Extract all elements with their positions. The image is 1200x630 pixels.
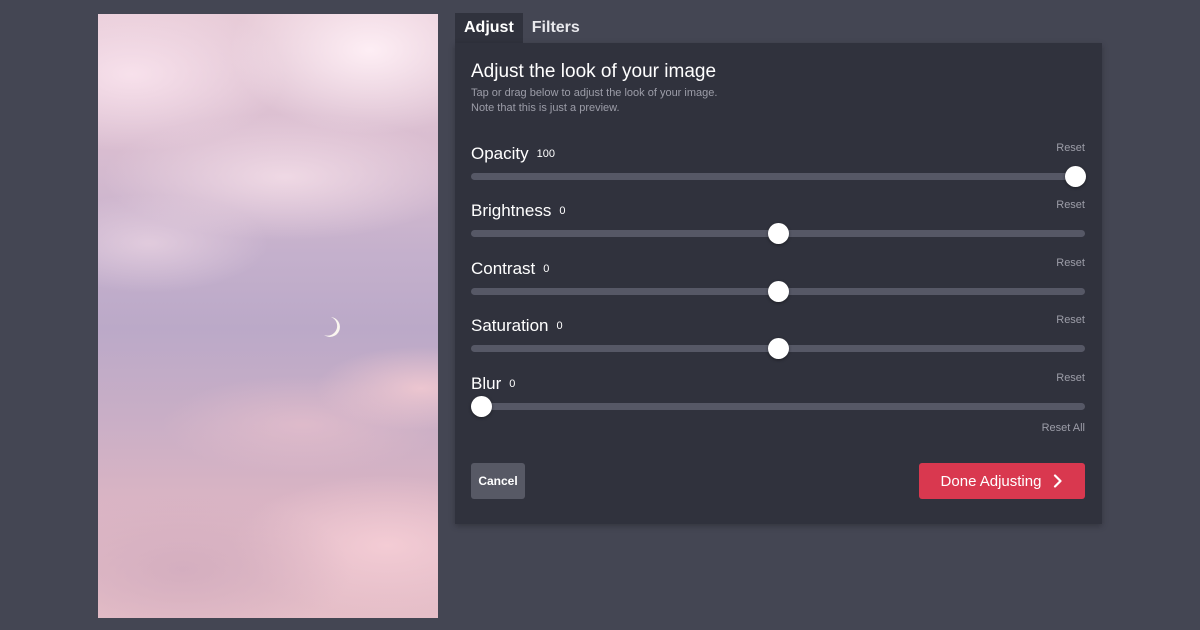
saturation-value: 0 bbox=[556, 320, 563, 332]
blur-label: Blur 0 bbox=[471, 374, 515, 394]
done-adjusting-button[interactable]: Done Adjusting bbox=[919, 463, 1085, 499]
blur-reset-button[interactable]: Reset bbox=[1056, 372, 1085, 384]
saturation-slider[interactable] bbox=[471, 338, 1085, 359]
opacity-label-text: Opacity bbox=[471, 144, 529, 163]
brightness-label: Brightness 0 bbox=[471, 201, 565, 221]
panel-description-line: Note that this is just a preview. bbox=[471, 102, 620, 114]
blur-control: Blur 0 Reset bbox=[471, 372, 1085, 417]
blur-value: 0 bbox=[509, 378, 516, 390]
opacity-reset-button[interactable]: Reset bbox=[1056, 142, 1085, 154]
contrast-label-text: Contrast bbox=[471, 259, 536, 278]
blur-slider-thumb[interactable] bbox=[471, 396, 492, 417]
brightness-value: 0 bbox=[559, 205, 566, 217]
panel-description: Tap or drag below to adjust the look of … bbox=[471, 86, 717, 116]
adjust-panel: Adjust the look of your image Tap or dra… bbox=[455, 43, 1102, 524]
saturation-label-text: Saturation bbox=[471, 316, 549, 335]
tab-filters[interactable]: Filters bbox=[523, 13, 589, 43]
reset-all-button[interactable]: Reset All bbox=[1042, 422, 1085, 434]
crescent-moon-icon bbox=[324, 317, 340, 337]
contrast-label: Contrast 0 bbox=[471, 259, 549, 279]
contrast-slider-thumb[interactable] bbox=[768, 281, 789, 302]
contrast-value: 0 bbox=[543, 263, 550, 275]
opacity-label: Opacity 100 bbox=[471, 144, 555, 164]
saturation-control: Saturation 0 Reset bbox=[471, 314, 1085, 359]
tab-adjust[interactable]: Adjust bbox=[455, 13, 523, 43]
blur-label-text: Blur bbox=[471, 374, 502, 393]
brightness-reset-button[interactable]: Reset bbox=[1056, 199, 1085, 211]
blur-slider[interactable] bbox=[471, 396, 1085, 417]
opacity-slider[interactable] bbox=[471, 166, 1086, 187]
brightness-control: Brightness 0 Reset bbox=[471, 199, 1085, 244]
contrast-control: Contrast 0 Reset bbox=[471, 257, 1085, 302]
saturation-slider-thumb[interactable] bbox=[768, 338, 789, 359]
saturation-reset-button[interactable]: Reset bbox=[1056, 314, 1085, 326]
contrast-reset-button[interactable]: Reset bbox=[1056, 257, 1085, 269]
panel-description-line: Tap or drag below to adjust the look of … bbox=[471, 87, 718, 99]
cancel-button-label: Cancel bbox=[478, 474, 518, 488]
contrast-slider[interactable] bbox=[471, 281, 1085, 302]
image-preview bbox=[98, 14, 438, 618]
opacity-slider-thumb[interactable] bbox=[1065, 166, 1086, 187]
tab-bar: Adjust Filters bbox=[455, 13, 589, 43]
opacity-control: Opacity 100 Reset bbox=[471, 142, 1086, 187]
brightness-slider-thumb[interactable] bbox=[768, 223, 789, 244]
chevron-right-icon bbox=[1054, 474, 1063, 488]
opacity-value: 100 bbox=[536, 148, 555, 160]
saturation-label: Saturation 0 bbox=[471, 316, 563, 336]
brightness-slider[interactable] bbox=[471, 223, 1085, 244]
brightness-label-text: Brightness bbox=[471, 201, 552, 220]
cancel-button[interactable]: Cancel bbox=[471, 463, 525, 499]
panel-title: Adjust the look of your image bbox=[471, 61, 717, 82]
done-adjusting-label: Done Adjusting bbox=[940, 472, 1042, 490]
